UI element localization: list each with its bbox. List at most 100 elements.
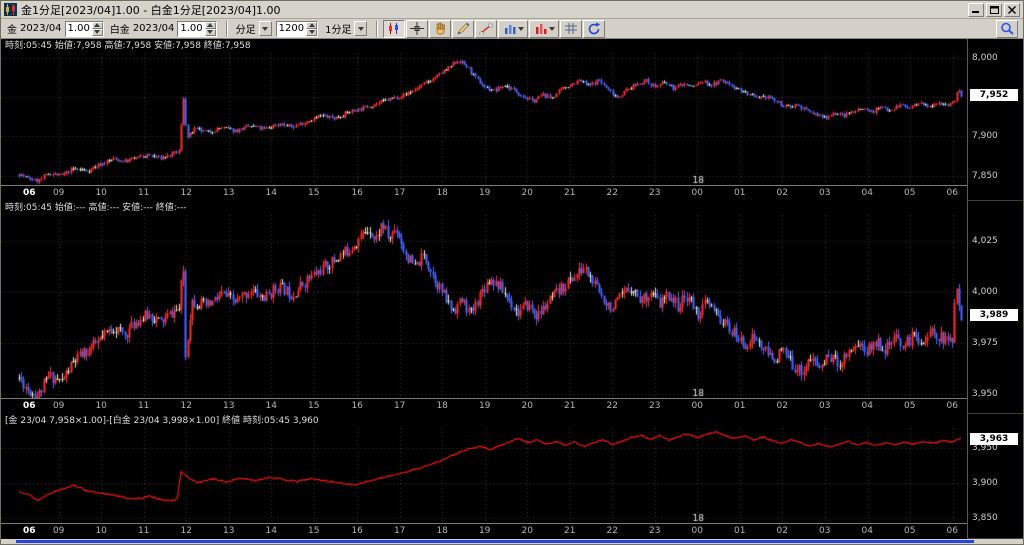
spin-down-icon [308,30,315,34]
zoom-button[interactable] [996,19,1018,38]
toolbar: 金 2023/04 1.00 白金 2023/04 1.00 分足 1200 1… [1,19,1023,39]
time-axis-label: 12 [180,188,192,198]
time-axis-label: 13 [222,401,235,411]
pan-hand-button[interactable] [429,19,452,38]
spin-down-button[interactable] [204,28,216,36]
time-axis-label: 22 [606,526,618,536]
time-axis-label: 05 [904,188,916,198]
bar-count-value: 1200 [276,21,307,36]
time-axis-label: 16 [351,526,363,536]
window-buttons [968,2,1020,17]
time-axis-label: 03 [818,526,831,536]
combo-dropdown-button[interactable] [258,21,272,36]
minimize-button[interactable] [968,2,984,17]
trendline-icon [480,23,493,35]
price-axis-label: 3,850 [972,513,998,524]
spread-readout: [金 23/04 7,958×1.00]-[白金 23/04 3,998×1.0… [1,414,967,428]
time-axis-label: 17 [393,526,406,536]
gold-month-selector[interactable]: 2023/04 [20,23,62,34]
refresh-icon [589,22,601,35]
platinum-multiplier-arrows[interactable] [204,21,216,36]
gold-multiplier-spinner[interactable]: 1.00 [64,20,104,37]
spread-price-axis: 3,950 3,900 3,850 3,963 [967,414,1023,538]
bar-type-value: 分足 [235,25,256,36]
platinum-label: 白金 [109,25,130,36]
last-price-box: 3,963 [970,432,1018,445]
refresh-button[interactable] [583,19,606,38]
time-axis-label: 01 [733,188,746,198]
time-axis-label: 03 [818,401,831,411]
price-axis-label: 3,900 [972,477,998,488]
time-axis-label: 00 [691,188,703,198]
time-axis-label: 00 [691,401,703,411]
gold-price-axis: 8,0007,9507,9007,8507,952 [967,39,1023,200]
trendline-button[interactable] [475,19,498,38]
time-axis-label: 01 [733,401,746,411]
bar-type-combo[interactable]: 分足 [233,21,272,37]
time-axis-label: 13 [222,526,235,536]
time-axis-label: 06 [946,401,958,411]
grid-button[interactable] [560,19,583,38]
spin-up-button[interactable] [204,21,216,29]
chart-type-button[interactable] [383,19,406,38]
gold-chart-panel: 時刻:05:45 始値:7,958 高値:7,958 安値:7,958 終値:7… [1,39,1023,201]
time-axis-label: 14 [265,526,277,536]
time-axis-label: 11 [137,188,150,198]
crosshair-icon [410,22,425,35]
scrollbar-thumb[interactable] [16,540,974,543]
time-axis-label: 17 [393,401,406,411]
indicator-dropdown-button[interactable] [498,19,529,38]
time-axis-label: 04 [861,401,873,411]
platinum-month-selector[interactable]: 2023/04 [133,23,175,34]
spin-down-button[interactable] [306,28,318,36]
spin-up-button[interactable] [306,21,318,29]
bar-count-arrows[interactable] [306,21,318,36]
price-axis-label: 7,900 [972,131,998,142]
spin-down-button[interactable] [91,28,103,36]
gold-multiplier-arrows[interactable] [91,21,103,36]
time-axis-label: 15 [307,188,320,198]
last-price-box: 7,952 [970,89,1018,102]
time-axis-label: 06 [23,401,36,411]
time-axis-label: 00 [691,526,703,536]
close-button[interactable] [1004,2,1020,17]
time-axis-label: 09 [52,526,65,536]
time-axis-label: 10 [95,401,107,411]
bar-count-spinner[interactable]: 1200 [275,20,319,37]
time-axis-label: 21 [563,526,576,536]
crosshair-button[interactable] [406,19,429,38]
platinum-price-axis: 4,025 4,000 3,975 3,950 3,989 [967,201,1023,413]
chevron-down-icon [548,26,555,31]
time-axis-label: 10 [95,188,107,198]
time-axis-label: 17 [393,188,406,198]
toolbar-right [996,19,1019,38]
gold-candlestick-chart[interactable] [1,53,967,185]
time-axis-label: 04 [861,188,873,198]
combo-dropdown-button[interactable] [354,21,368,36]
spread-chart-left: [金 23/04 7,958×1.00]-[白金 23/04 3,998×1.0… [1,414,967,539]
draw-pencil-button[interactable] [452,19,475,38]
time-axis-label: 15 [307,401,320,411]
histogram-dropdown-button[interactable] [529,19,560,38]
spread-line-chart[interactable] [1,428,967,523]
toolbar-separator [376,20,379,37]
candlestick-chart-icon [389,23,399,34]
time-axis-label: 23 [648,526,661,536]
interval-combo[interactable]: 1分足 [322,21,368,37]
horizontal-scrollbar[interactable] [1,539,1023,544]
time-axis-label: 13 [222,188,235,198]
price-axis-label: 7,850 [972,170,998,181]
time-axis-label: 18 [436,188,448,198]
time-axis-label: 22 [606,401,618,411]
restore-button[interactable] [986,2,1002,17]
window-title: 金1分足[2023/04]1.00 - 白金1分足[2023/04]1.00 [21,3,281,17]
platinum-multiplier-spinner[interactable]: 1.00 [177,20,217,37]
time-axis-label: 14 [265,401,277,411]
platinum-candlestick-chart[interactable] [1,215,967,398]
app-icon [4,3,17,16]
spin-up-button[interactable] [91,21,103,29]
price-axis-label: 3,975 [972,338,998,349]
time-axis-label: 05 [904,401,916,411]
chart-region: 時刻:05:45 始値:7,958 高値:7,958 安値:7,958 終値:7… [1,39,1023,539]
titlebar: 金1分足[2023/04]1.00 - 白金1分足[2023/04]1.00 [1,1,1023,19]
